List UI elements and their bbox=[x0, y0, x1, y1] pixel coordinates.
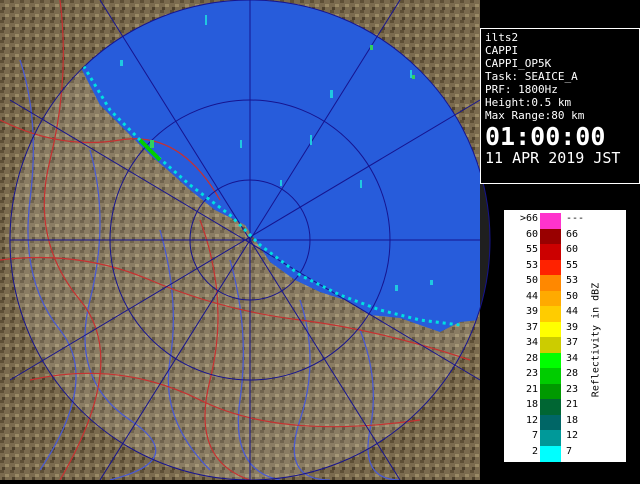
legend-swatch bbox=[540, 259, 561, 276]
time: 01:00:00 bbox=[485, 122, 606, 151]
legend-low-value: 28 bbox=[525, 352, 538, 364]
legend-high-value: 53 bbox=[566, 275, 579, 286]
legend-high-value: 66 bbox=[566, 228, 579, 240]
legend-swatch bbox=[540, 352, 561, 369]
legend-high-value: 12 bbox=[566, 430, 579, 441]
legend-title: Reflectivity in dBZ bbox=[590, 282, 602, 398]
legend-low-value: >66 bbox=[519, 213, 538, 224]
legend-low-value: 21 bbox=[525, 383, 538, 395]
legend-swatch bbox=[540, 306, 561, 322]
legend-low-value: 23 bbox=[525, 368, 538, 379]
legend-swatch bbox=[540, 445, 561, 462]
prf: PRF: 1800Hz bbox=[485, 83, 558, 96]
legend-low-value: 53 bbox=[525, 259, 538, 271]
legend-low-value: 39 bbox=[525, 306, 538, 317]
legend-swatch bbox=[540, 275, 561, 291]
legend-low-value: 55 bbox=[525, 244, 538, 255]
legend-high-value: 28 bbox=[566, 368, 579, 379]
legend-swatch bbox=[540, 414, 561, 431]
product-name: CAPPI_OP5K bbox=[485, 57, 552, 70]
legend-low-value: 60 bbox=[525, 228, 538, 240]
legend-low-value: 37 bbox=[525, 321, 538, 333]
legend-swatch bbox=[540, 290, 561, 307]
legend-low-value: 34 bbox=[525, 337, 538, 348]
info-panel: ilts2 CAPPI CAPPI_OP5K Task: SEAICE_A PR… bbox=[480, 28, 640, 184]
legend-swatch bbox=[540, 321, 561, 338]
height: Height:0.5 km bbox=[485, 96, 572, 109]
legend-high-value: 60 bbox=[566, 244, 579, 255]
task: Task: SEAICE_A bbox=[485, 70, 578, 83]
legend-swatch bbox=[540, 228, 561, 245]
legend-high-value: 18 bbox=[566, 414, 579, 426]
legend-low-value: 50 bbox=[525, 275, 538, 286]
legend-high-value: 7 bbox=[566, 445, 573, 457]
legend-high-value: 21 bbox=[566, 399, 579, 410]
legend-low-value: 44 bbox=[525, 290, 538, 302]
legend-swatch bbox=[540, 337, 561, 353]
legend-low-value: 2 bbox=[531, 445, 538, 457]
radar-id: ilts2 bbox=[485, 31, 519, 44]
date: 11 APR 2019 JST bbox=[485, 149, 621, 167]
legend-swatch bbox=[540, 399, 561, 415]
legend-high-value: --- bbox=[566, 213, 585, 224]
legend-low-value: 12 bbox=[525, 414, 538, 426]
legend-high-value: 55 bbox=[566, 259, 579, 271]
legend-high-value: 44 bbox=[566, 306, 579, 317]
legend-high-value: 34 bbox=[566, 352, 579, 364]
max-range: Max Range:80 km bbox=[485, 109, 585, 122]
legend-low-value: 18 bbox=[525, 399, 538, 410]
legend-swatch bbox=[540, 430, 561, 446]
legend-high-value: 23 bbox=[566, 383, 579, 395]
product-type: CAPPI bbox=[485, 44, 519, 57]
legend-high-value: 39 bbox=[566, 321, 579, 333]
legend-high-value: 50 bbox=[566, 290, 579, 302]
legend-low-value: 7 bbox=[531, 430, 538, 441]
legend-swatch bbox=[540, 244, 561, 260]
legend-swatch bbox=[540, 383, 561, 400]
legend-swatch bbox=[540, 213, 561, 229]
legend-high-value: 37 bbox=[566, 337, 579, 348]
legend-swatch bbox=[540, 368, 561, 384]
